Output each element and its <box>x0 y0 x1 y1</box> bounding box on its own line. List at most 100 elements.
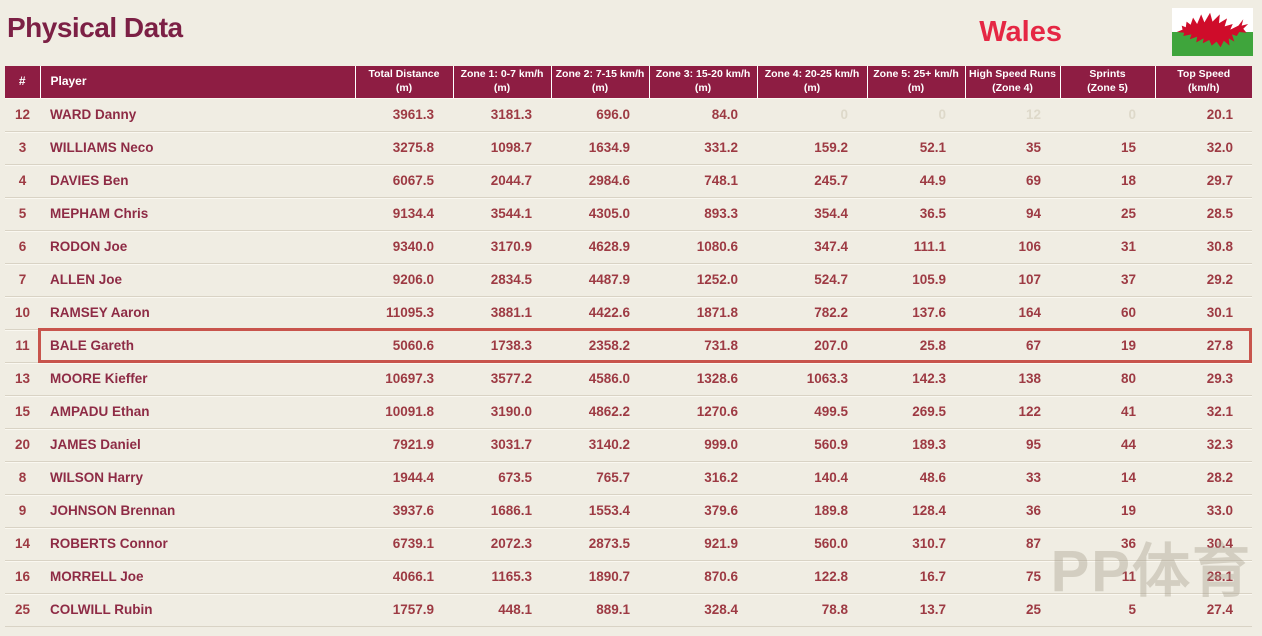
value-cell-total: 9340.0 <box>355 230 453 264</box>
value-cell-z5: 128.4 <box>867 494 965 528</box>
column-header-hsr[interactable]: High Speed Runs (Zone 4) <box>964 66 1060 98</box>
value-cell-z1: 3881.1 <box>453 296 551 330</box>
value-cell-z2: 4422.6 <box>551 296 649 330</box>
table-row[interactable]: 16 MORRELL Joe 4066.1 1165.3 1890.7 870.6 122.… <box>5 560 1252 594</box>
table-row[interactable]: 20 JAMES Daniel 7921.9 3031.7 3140.2 999.0 560… <box>5 428 1252 462</box>
table-row[interactable]: 7 ALLEN Joe 9206.0 2834.5 4487.9 1252.0 524.7 1… <box>5 263 1252 297</box>
column-header-z3[interactable]: Zone 3: 15-20 km/h (m) <box>648 66 757 98</box>
value-cell-top: 32.1 <box>1155 395 1252 429</box>
shirt-number-cell: 15 <box>5 395 40 429</box>
value-cell-sprints: 36 <box>1060 527 1155 561</box>
value-cell-top: 27.4 <box>1155 593 1252 627</box>
value-cell-z1: 1098.7 <box>453 131 551 165</box>
value-cell-z5: 52.1 <box>867 131 965 165</box>
player-name-cell: WILLIAMS Neco <box>40 131 355 165</box>
value-cell-sprints: 19 <box>1060 329 1155 363</box>
value-cell-z2: 2984.6 <box>551 164 649 198</box>
column-header-player[interactable]: Player <box>39 66 355 98</box>
shirt-number-cell: 4 <box>5 164 40 198</box>
value-cell-hsr: 106 <box>965 230 1060 264</box>
column-header-total[interactable]: Total Distance (m) <box>354 66 453 98</box>
column-header-z4[interactable]: Zone 4: 20-25 km/h (m) <box>756 66 867 98</box>
table-row[interactable]: 15 AMPADU Ethan 10091.8 3190.0 4862.2 1270.6 4… <box>5 395 1252 429</box>
value-cell-total: 3275.8 <box>355 131 453 165</box>
value-cell-z1: 1686.1 <box>453 494 551 528</box>
value-cell-hsr: 36 <box>965 494 1060 528</box>
value-cell-z4: 0 <box>757 98 867 132</box>
top-bar: Physical Data Wales <box>0 0 1262 66</box>
value-cell-z4: 524.7 <box>757 263 867 297</box>
value-cell-z4: 347.4 <box>757 230 867 264</box>
value-cell-hsr: 138 <box>965 362 1060 396</box>
value-cell-z4: 207.0 <box>757 329 867 363</box>
value-cell-sprints: 80 <box>1060 362 1155 396</box>
value-cell-z1: 3577.2 <box>453 362 551 396</box>
value-cell-z2: 4305.0 <box>551 197 649 231</box>
table-row[interactable]: 5 MEPHAM Chris 9134.4 3544.1 4305.0 893.3 354.… <box>5 197 1252 231</box>
physical-data-table: # Player Total Distance (m) Zone 1: 0-7 km/h… <box>5 66 1252 627</box>
column-header-num[interactable]: # <box>5 66 40 98</box>
value-cell-sprints: 37 <box>1060 263 1155 297</box>
value-cell-z3: 748.1 <box>649 164 757 198</box>
table-row[interactable]: 4 DAVIES Ben 6067.5 2044.7 2984.6 748.1 245.7 4… <box>5 164 1252 198</box>
value-cell-total: 11095.3 <box>355 296 453 330</box>
table-row[interactable]: 9 JOHNSON Brennan 3937.6 1686.1 1553.4 379.6 1… <box>5 494 1252 528</box>
table-row[interactable]: 8 WILSON Harry 1944.4 673.5 765.7 316.2 140.4 4… <box>5 461 1252 495</box>
value-cell-z2: 4862.2 <box>551 395 649 429</box>
value-cell-sprints: 11 <box>1060 560 1155 594</box>
value-cell-z3: 1252.0 <box>649 263 757 297</box>
value-cell-total: 5060.6 <box>355 329 453 363</box>
value-cell-z1: 3170.9 <box>453 230 551 264</box>
table-row[interactable]: 11 BALE Gareth 5060.6 1738.3 2358.2 731.8 207.… <box>5 329 1252 363</box>
value-cell-hsr: 25 <box>965 593 1060 627</box>
value-cell-hsr: 107 <box>965 263 1060 297</box>
player-name-cell: COLWILL Rubin <box>40 593 355 627</box>
value-cell-z5: 0 <box>867 98 965 132</box>
value-cell-top: 27.8 <box>1155 329 1252 363</box>
value-cell-top: 30.1 <box>1155 296 1252 330</box>
column-header-z2[interactable]: Zone 2: 7-15 km/h (m) <box>550 66 649 98</box>
table-row[interactable]: 25 COLWILL Rubin 1757.9 448.1 889.1 328.4 78.8… <box>5 593 1252 627</box>
value-cell-z5: 189.3 <box>867 428 965 462</box>
value-cell-z3: 1328.6 <box>649 362 757 396</box>
column-header-sprints[interactable]: Sprints (Zone 5) <box>1059 66 1155 98</box>
value-cell-z4: 1063.3 <box>757 362 867 396</box>
value-cell-z5: 16.7 <box>867 560 965 594</box>
shirt-number-cell: 20 <box>5 428 40 462</box>
table-row[interactable]: 10 RAMSEY Aaron 11095.3 3881.1 4422.6 1871.8 7… <box>5 296 1252 330</box>
player-name-cell: WILSON Harry <box>40 461 355 495</box>
value-cell-z1: 3181.3 <box>453 98 551 132</box>
value-cell-total: 9134.4 <box>355 197 453 231</box>
column-header-z5[interactable]: Zone 5: 25+ km/h (m) <box>866 66 965 98</box>
value-cell-z2: 1553.4 <box>551 494 649 528</box>
table-row[interactable]: 3 WILLIAMS Neco 3275.8 1098.7 1634.9 331.2 159… <box>5 131 1252 165</box>
value-cell-hsr: 75 <box>965 560 1060 594</box>
table-row[interactable]: 12 WARD Danny 3961.3 3181.3 696.0 84.0 0 0 12 0 20… <box>5 98 1252 132</box>
shirt-number-cell: 6 <box>5 230 40 264</box>
player-name-cell: ALLEN Joe <box>40 263 355 297</box>
value-cell-total: 10091.8 <box>355 395 453 429</box>
value-cell-z3: 731.8 <box>649 329 757 363</box>
value-cell-z3: 328.4 <box>649 593 757 627</box>
column-header-z1[interactable]: Zone 1: 0-7 km/h (m) <box>452 66 551 98</box>
value-cell-z5: 48.6 <box>867 461 965 495</box>
column-header-top[interactable]: Top Speed (km/h) <box>1154 66 1252 98</box>
value-cell-z2: 4487.9 <box>551 263 649 297</box>
value-cell-z2: 4628.9 <box>551 230 649 264</box>
value-cell-hsr: 35 <box>965 131 1060 165</box>
value-cell-top: 32.0 <box>1155 131 1252 165</box>
value-cell-hsr: 33 <box>965 461 1060 495</box>
value-cell-z4: 245.7 <box>757 164 867 198</box>
value-cell-z3: 870.6 <box>649 560 757 594</box>
table-row[interactable]: 6 RODON Joe 9340.0 3170.9 4628.9 1080.6 347.4 1… <box>5 230 1252 264</box>
value-cell-z1: 673.5 <box>453 461 551 495</box>
value-cell-z2: 696.0 <box>551 98 649 132</box>
value-cell-total: 9206.0 <box>355 263 453 297</box>
table-row[interactable]: 14 ROBERTS Connor 6739.1 2072.3 2873.5 921.9 5… <box>5 527 1252 561</box>
value-cell-sprints: 19 <box>1060 494 1155 528</box>
value-cell-hsr: 122 <box>965 395 1060 429</box>
value-cell-top: 29.2 <box>1155 263 1252 297</box>
table-row[interactable]: 13 MOORE Kieffer 10697.3 3577.2 4586.0 1328.6… <box>5 362 1252 396</box>
value-cell-top: 29.7 <box>1155 164 1252 198</box>
value-cell-z1: 2072.3 <box>453 527 551 561</box>
